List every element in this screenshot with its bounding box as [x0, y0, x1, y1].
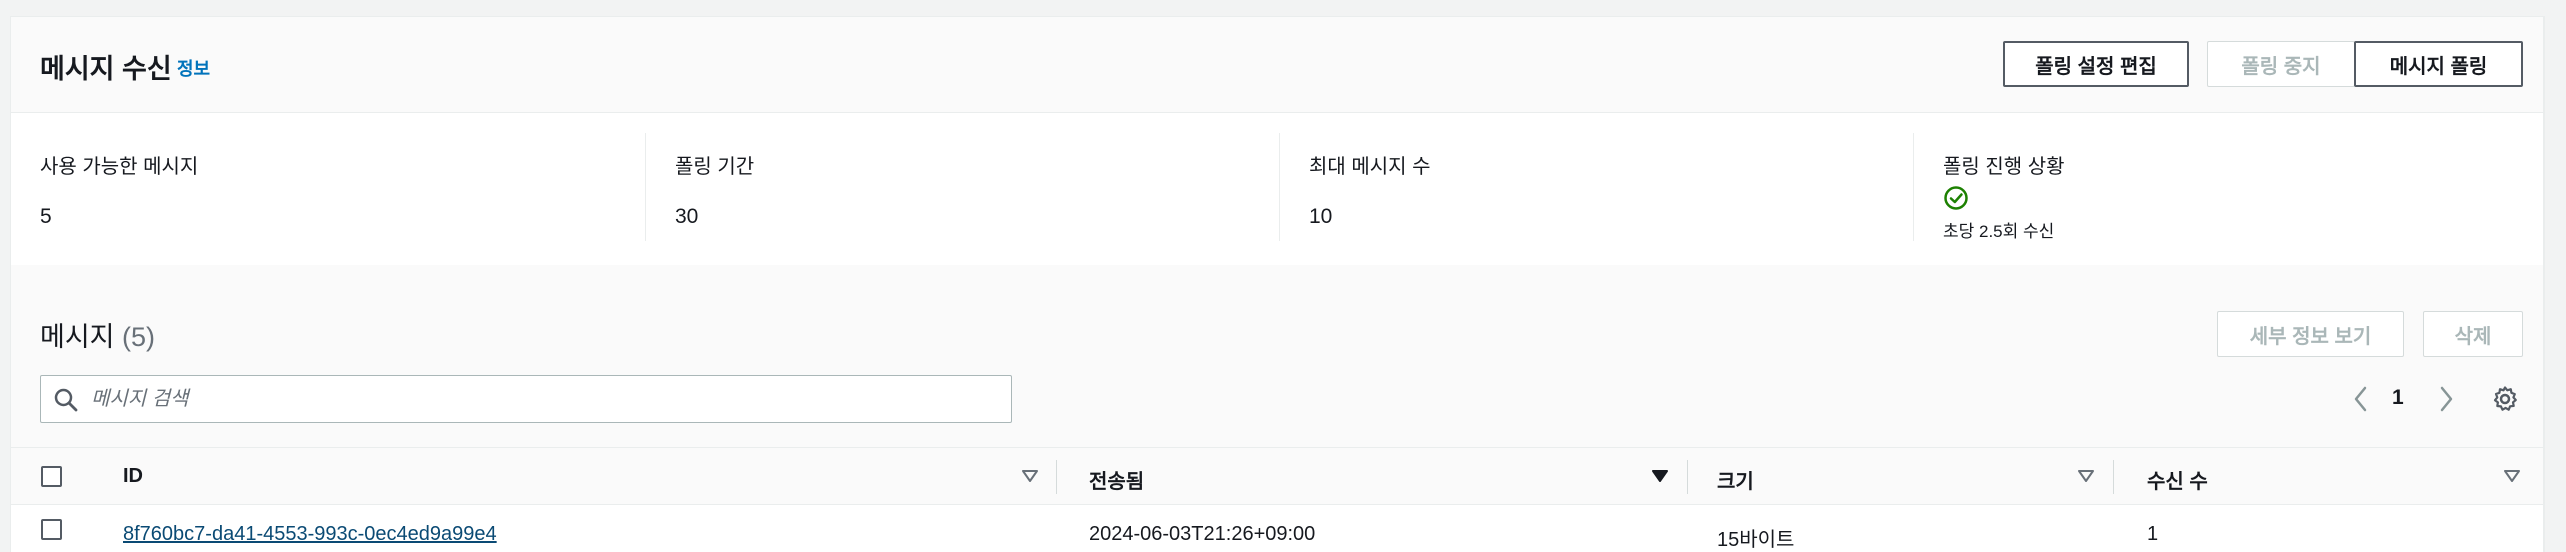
stat-max-messages: 최대 메시지 수 10 — [1309, 113, 1909, 265]
stat-label: 폴링 기간 — [675, 156, 755, 178]
column-separator — [1056, 460, 1057, 494]
search-icon — [54, 388, 78, 412]
check-circle-icon — [1944, 186, 1968, 210]
divider — [645, 133, 646, 241]
info-link[interactable]: 정보 — [177, 55, 210, 81]
stat-label: 폴링 진행 상황 — [1943, 156, 2065, 178]
stat-label: 최대 메시지 수 — [1309, 156, 1431, 178]
page-title: 메시지 수신 — [40, 54, 172, 84]
sort-descending-icon[interactable] — [1651, 468, 1669, 484]
polling-status-text: 초당 2.5회 수신 — [1943, 222, 2055, 241]
column-header-id[interactable]: ID — [123, 465, 143, 488]
table-header-row: ID 전송됨 크기 수신 수 — [11, 447, 2543, 505]
poll-messages-button[interactable]: 메시지 폴링 — [2354, 41, 2523, 87]
column-separator — [2113, 460, 2114, 494]
column-header-sent[interactable]: 전송됨 — [1089, 465, 1144, 494]
view-details-button[interactable]: 세부 정보 보기 — [2217, 311, 2404, 357]
gear-icon[interactable] — [2491, 385, 2519, 413]
message-sent: 2024-06-03T21:26+09:00 — [1089, 523, 1316, 545]
column-separator — [1687, 460, 1688, 494]
stat-value: 10 — [1309, 205, 1333, 228]
messages-table-header: 메시지 (5) 세부 정보 보기 삭제 1 — [11, 265, 2543, 447]
message-size: 15바이트 — [1717, 529, 1795, 551]
stat-value: 30 — [675, 205, 699, 228]
chevron-left-icon[interactable] — [2349, 383, 2373, 415]
column-header-receive-count[interactable]: 수신 수 — [2147, 465, 2208, 494]
stat-available-messages: 사용 가능한 메시지 5 — [40, 113, 640, 265]
stat-polling-duration: 폴링 기간 30 — [675, 113, 1275, 265]
messages-count: (5) — [122, 322, 156, 352]
stat-value: 5 — [40, 205, 52, 228]
message-receive-count: 1 — [2147, 523, 2159, 545]
polling-stats: 사용 가능한 메시지 5 폴링 기간 30 최대 메시지 수 10 폴링 진행 … — [11, 113, 2543, 265]
messages-title: 메시지 (5) — [40, 315, 155, 354]
sort-icon[interactable] — [2503, 468, 2521, 484]
receive-messages-panel: 메시지 수신 정보 폴링 설정 편집 폴링 중지 메시지 폴링 사용 가능한 메… — [10, 16, 2545, 552]
current-page-number[interactable]: 1 — [2392, 386, 2404, 410]
sort-icon[interactable] — [1021, 468, 1039, 484]
sort-icon[interactable] — [2077, 468, 2095, 484]
search-box — [40, 375, 1012, 423]
chevron-right-icon[interactable] — [2434, 383, 2458, 415]
select-all-checkbox[interactable] — [41, 466, 62, 487]
divider — [1279, 133, 1280, 241]
column-header-size[interactable]: 크기 — [1717, 465, 1754, 494]
stat-label: 사용 가능한 메시지 — [40, 156, 199, 178]
message-id-link[interactable]: 8f760bc7-da41-4553-993c-0ec4ed9a99e4 — [123, 523, 497, 546]
messages-title-text: 메시지 — [40, 322, 115, 352]
edit-polling-settings-button[interactable]: 폴링 설정 편집 — [2003, 41, 2189, 87]
panel-header: 메시지 수신 정보 폴링 설정 편집 폴링 중지 메시지 폴링 — [11, 17, 2543, 113]
divider — [1913, 133, 1914, 241]
stat-polling-progress: 폴링 진행 상황 초당 2.5회 수신 — [1943, 113, 2523, 265]
row-checkbox[interactable] — [41, 519, 62, 540]
search-input[interactable] — [91, 384, 991, 414]
delete-button[interactable]: 삭제 — [2423, 311, 2523, 357]
stop-polling-button[interactable]: 폴링 중지 — [2207, 41, 2355, 87]
table-row: 8f760bc7-da41-4553-993c-0ec4ed9a99e4 202… — [11, 505, 2543, 552]
